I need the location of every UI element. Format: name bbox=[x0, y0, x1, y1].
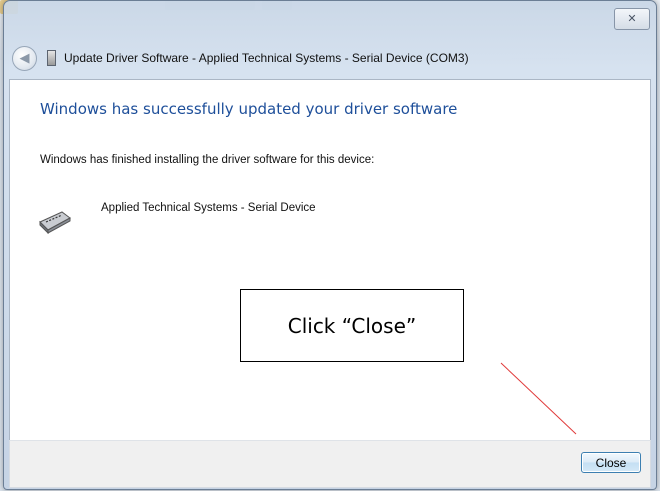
content-panel: Windows has successfully updated your dr… bbox=[9, 79, 651, 441]
device-name: Applied Technical Systems - Serial Devic… bbox=[101, 202, 316, 214]
back-button[interactable]: ◀ bbox=[12, 45, 37, 71]
dialog-title: Update Driver Software - Applied Technic… bbox=[64, 51, 469, 65]
status-text: Windows has finished installing the driv… bbox=[40, 154, 375, 166]
success-heading: Windows has successfully updated your dr… bbox=[40, 100, 458, 118]
back-arrow-icon: ◀ bbox=[19, 50, 30, 66]
dialog-footer: Close bbox=[9, 440, 651, 488]
device-small-icon bbox=[47, 50, 56, 66]
instruction-callout: Click “Close” bbox=[240, 289, 464, 362]
update-driver-dialog: ✕ ◀ Update Driver Software - Applied Tec… bbox=[3, 0, 657, 490]
serial-device-icon bbox=[39, 211, 71, 234]
dialog-titlebar: ◀ Update Driver Software - Applied Techn… bbox=[12, 45, 572, 71]
callout-text: Click “Close” bbox=[287, 313, 417, 338]
window-close-button[interactable]: ✕ bbox=[614, 8, 650, 30]
close-icon: ✕ bbox=[627, 12, 637, 25]
close-button[interactable]: Close bbox=[581, 452, 641, 473]
